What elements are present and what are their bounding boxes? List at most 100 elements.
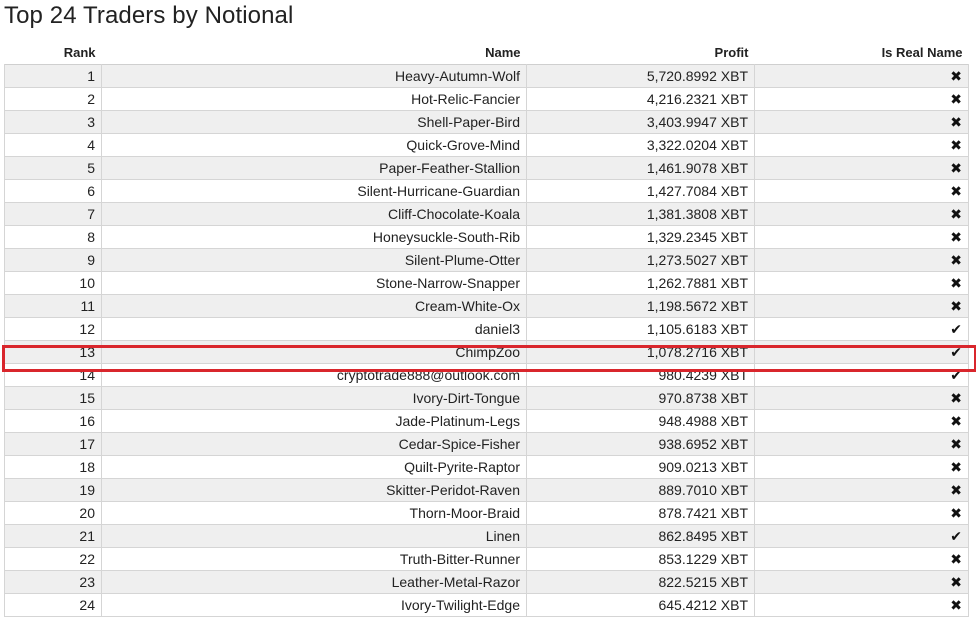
name-cell: Cliff-Chocolate-Koala [101,202,527,226]
profit-cell: 1,262.7881 XBT [526,271,755,295]
rank-cell: 5 [4,156,102,180]
table-row[interactable]: 17 Cedar-Spice-Fisher 938.6952 XBT ✖ [4,432,969,456]
profit-cell: 1,427.7084 XBT [526,179,755,203]
table-row[interactable]: 7 Cliff-Chocolate-Koala 1,381.3808 XBT ✖ [4,202,969,226]
rank-cell: 1 [4,64,102,88]
column-header-rank[interactable]: Rank [5,40,102,65]
name-cell: Quilt-Pyrite-Raptor [101,455,527,479]
profit-cell: 853.1229 XBT [526,547,755,571]
profit-cell: 1,198.5672 XBT [526,294,755,318]
name-cell: Hot-Relic-Fancier [101,87,527,111]
is-real-name-cell: ✖ [754,547,969,571]
table-row[interactable]: 4 Quick-Grove-Mind 3,322.0204 XBT ✖ [4,133,969,157]
profit-cell: 970.8738 XBT [526,386,755,410]
is-real-name-cell: ✖ [754,294,969,318]
cross-icon: ✖ [950,552,962,568]
table-row[interactable]: 6 Silent-Hurricane-Guardian 1,427.7084 XBT… [4,179,969,203]
rank-cell: 9 [4,248,102,272]
rank-cell: 4 [4,133,102,157]
name-cell: cryptotrade888@outlook.com [101,363,527,387]
table-row[interactable]: 22 Truth-Bitter-Runner 853.1229 XBT ✖ [4,547,969,571]
name-cell: Cream-White-Ox [101,294,527,318]
profit-cell: 862.8495 XBT [526,524,755,548]
table-row[interactable]: 12 daniel3 1,105.6183 XBT ✔ [4,317,969,341]
table-row[interactable]: 3 Shell-Paper-Bird 3,403.9947 XBT ✖ [4,110,969,134]
profit-cell: 980.4239 XBT [526,363,755,387]
table-row[interactable]: 2 Hot-Relic-Fancier 4,216.2321 XBT ✖ [4,87,969,111]
is-real-name-cell: ✖ [754,593,969,617]
table-row[interactable]: 15 Ivory-Dirt-Tongue 970.8738 XBT ✖ [4,386,969,410]
cross-icon: ✖ [950,506,962,522]
cross-icon: ✖ [950,483,962,499]
cross-icon: ✖ [950,414,962,430]
is-real-name-cell: ✖ [754,501,969,525]
table-row[interactable]: 24 Ivory-Twilight-Edge 645.4212 XBT ✖ [4,593,969,617]
rank-cell: 6 [4,179,102,203]
is-real-name-cell: ✖ [754,64,969,88]
rank-cell: 13 [4,340,102,364]
cross-icon: ✖ [950,138,962,154]
profit-cell: 3,322.0204 XBT [526,133,755,157]
profit-cell: 5,720.8992 XBT [526,64,755,88]
rank-cell: 16 [4,409,102,433]
rank-cell: 15 [4,386,102,410]
table-row[interactable]: 5 Paper-Feather-Stallion 1,461.9078 XBT ✖ [4,156,969,180]
is-real-name-cell: ✖ [754,432,969,456]
is-real-name-cell: ✖ [754,87,969,111]
name-cell: Cedar-Spice-Fisher [101,432,527,456]
profit-cell: 1,078.2716 XBT [526,340,755,364]
table-row[interactable]: 23 Leather-Metal-Razor 822.5215 XBT ✖ [4,570,969,594]
rank-cell: 7 [4,202,102,226]
is-real-name-cell: ✖ [754,478,969,502]
table-body: 1 Heavy-Autumn-Wolf 5,720.8992 XBT ✖ 2 Hot-Re… [4,64,969,617]
table-row[interactable]: 9 Silent-Plume-Otter 1,273.5027 XBT ✖ [4,248,969,272]
table-row[interactable]: 8 Honeysuckle-South-Rib 1,329.2345 XBT ✖ [4,225,969,249]
is-real-name-cell: ✔ [754,317,969,341]
table-row[interactable]: 18 Quilt-Pyrite-Raptor 909.0213 XBT ✖ [4,455,969,479]
table-row[interactable]: 10 Stone-Narrow-Snapper 1,262.7881 XBT ✖ [4,271,969,295]
table-row[interactable]: 14 cryptotrade888@outlook.com 980.4239 XBT… [4,363,969,387]
rank-cell: 20 [4,501,102,525]
table-row[interactable]: 21 Linen 862.8495 XBT ✔ [4,524,969,548]
table-row[interactable]: 1 Heavy-Autumn-Wolf 5,720.8992 XBT ✖ [4,64,969,88]
column-header-profit[interactable]: Profit [527,40,755,65]
name-cell: Shell-Paper-Bird [101,110,527,134]
is-real-name-cell: ✖ [754,271,969,295]
rank-cell: 18 [4,455,102,479]
cross-icon: ✖ [950,92,962,108]
profit-cell: 1,381.3808 XBT [526,202,755,226]
table-row[interactable]: 13 ChimpZoo 1,078.2716 XBT ✔ [4,340,969,364]
name-cell: Silent-Plume-Otter [101,248,527,272]
table-row[interactable]: 19 Skitter-Peridot-Raven 889.7010 XBT ✖ [4,478,969,502]
is-real-name-cell: ✔ [754,524,969,548]
rank-cell: 3 [4,110,102,134]
name-cell: Linen [101,524,527,548]
name-cell: Ivory-Twilight-Edge [101,593,527,617]
cross-icon: ✖ [950,161,962,177]
cross-icon: ✖ [950,460,962,476]
table-row[interactable]: 11 Cream-White-Ox 1,198.5672 XBT ✖ [4,294,969,318]
is-real-name-cell: ✖ [754,179,969,203]
rank-cell: 19 [4,478,102,502]
is-real-name-cell: ✖ [754,570,969,594]
profit-cell: 1,329.2345 XBT [526,225,755,249]
profit-cell: 889.7010 XBT [526,478,755,502]
column-header-name[interactable]: Name [102,40,527,65]
traders-table: Rank Name Profit Is Real Name 1 Heavy-Aut… [4,40,969,617]
name-cell: ChimpZoo [101,340,527,364]
traders-table-container: Rank Name Profit Is Real Name 1 Heavy-Aut… [4,40,969,617]
is-real-name-cell: ✖ [754,455,969,479]
profit-cell: 878.7421 XBT [526,501,755,525]
rank-cell: 11 [4,294,102,318]
cross-icon: ✖ [950,230,962,246]
table-row[interactable]: 16 Jade-Platinum-Legs 948.4988 XBT ✖ [4,409,969,433]
is-real-name-cell: ✔ [754,340,969,364]
table-row[interactable]: 20 Thorn-Moor-Braid 878.7421 XBT ✖ [4,501,969,525]
rank-cell: 10 [4,271,102,295]
name-cell: Jade-Platinum-Legs [101,409,527,433]
name-cell: daniel3 [101,317,527,341]
profit-cell: 948.4988 XBT [526,409,755,433]
column-header-is-real-name[interactable]: Is Real Name [755,40,969,65]
profit-cell: 909.0213 XBT [526,455,755,479]
rank-cell: 17 [4,432,102,456]
